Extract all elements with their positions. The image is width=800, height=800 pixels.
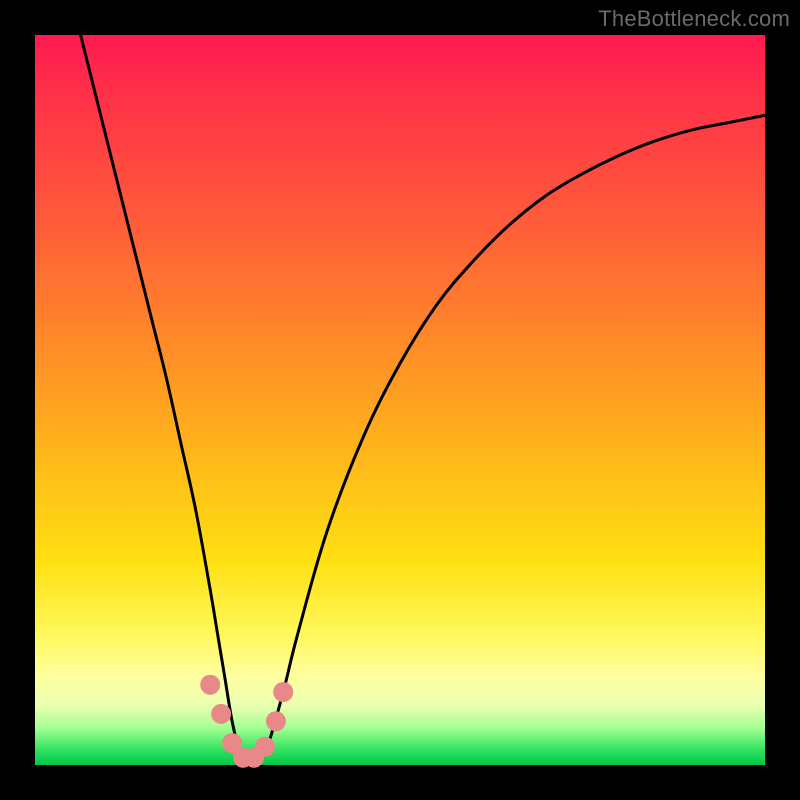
plot-area: [35, 35, 765, 765]
curve-marker: [266, 711, 286, 731]
marker-group: [200, 675, 293, 768]
curve-marker: [200, 675, 220, 695]
watermark-text: TheBottleneck.com: [598, 6, 790, 32]
curve-marker: [211, 704, 231, 724]
curve-marker: [255, 737, 275, 757]
bottleneck-curve: [79, 28, 765, 763]
chart-frame: TheBottleneck.com: [0, 0, 800, 800]
curve-svg: [35, 35, 765, 765]
curve-marker: [273, 682, 293, 702]
